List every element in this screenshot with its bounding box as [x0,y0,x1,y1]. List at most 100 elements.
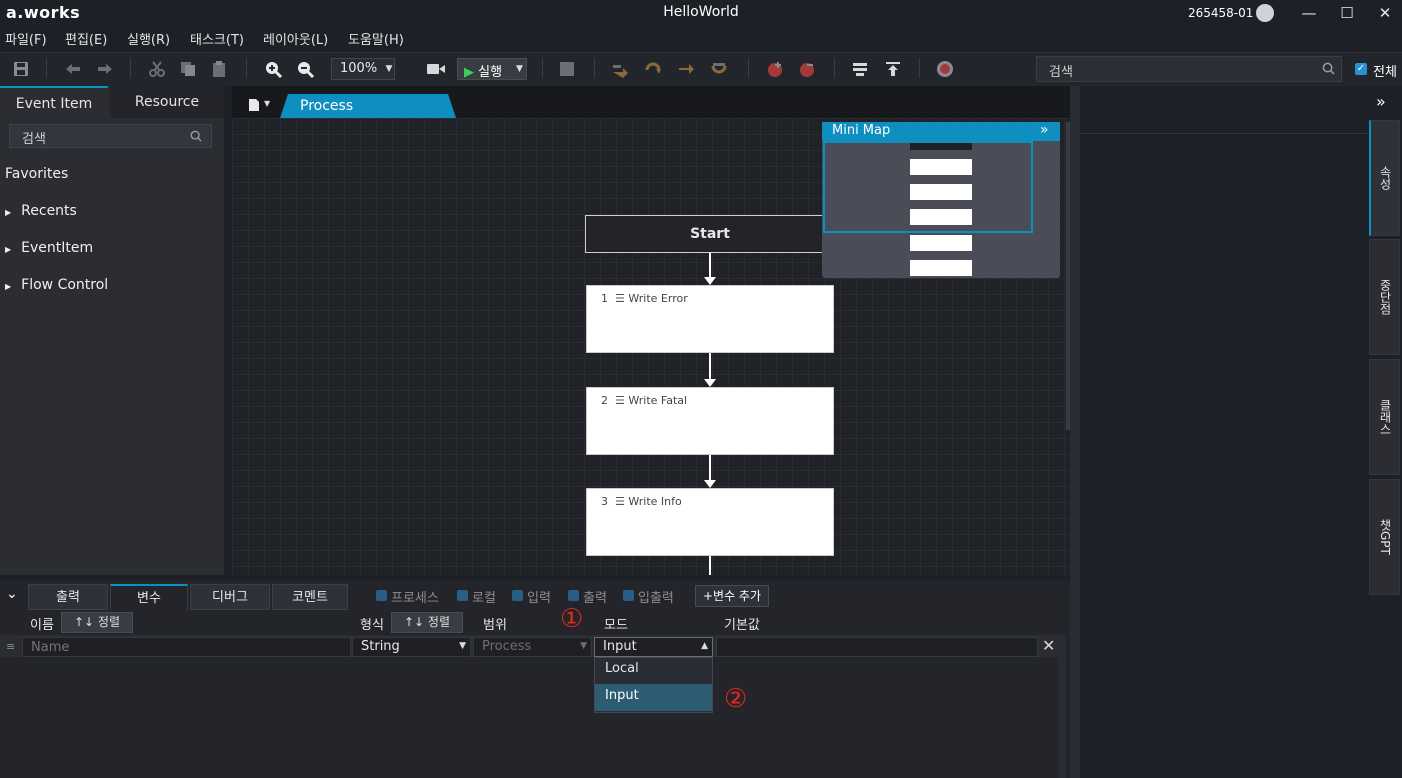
undo-icon[interactable] [64,60,82,78]
tree-item-eventitem[interactable]: ▶ EventItem [5,240,93,256]
tab-variables[interactable]: 변수 [110,584,188,610]
chevron-up-icon: ▲ [701,641,708,651]
tab-comment[interactable]: 코멘트 [272,584,348,610]
stop-icon[interactable] [560,62,574,76]
flow-node[interactable]: 1 ☰ Write Error [586,285,834,353]
tree-item-flow-control[interactable]: ▶ Flow Control [5,277,108,293]
tab-resource[interactable]: Resource [110,86,224,118]
zoom-in-icon[interactable] [264,60,282,78]
mode-option-local[interactable]: Local [595,658,712,683]
collapse-panel-icon[interactable]: ⌄ [6,586,18,602]
menu-layout[interactable]: 레이아웃(L) [263,29,328,48]
variable-name-input[interactable] [22,637,351,657]
tab-chatgpt[interactable]: 챗GPT [1369,479,1400,595]
step-out-icon[interactable] [677,60,695,78]
record-video-icon[interactable] [426,60,446,78]
app-logo: a.works [6,3,81,22]
flow-node[interactable]: 3 ☰ Write Info [586,488,834,556]
mode-select[interactable]: Input ▲ [594,637,713,657]
expand-panel-icon[interactable]: » [1376,92,1386,111]
paste-icon[interactable] [210,60,228,78]
search-icon[interactable] [1322,62,1335,75]
search-icon[interactable] [190,130,202,142]
sort-type-button[interactable]: ↑↓ 정렬 [391,612,463,633]
toolbar-divider [46,58,47,78]
close-icon[interactable]: ✕ [1042,636,1055,655]
drag-handle-icon[interactable]: ≡ [6,640,15,653]
connector-arrow [704,379,716,387]
continue-icon[interactable] [710,60,728,78]
add-breakpoint-icon[interactable] [766,60,784,78]
redo-icon[interactable] [96,60,114,78]
menu-file[interactable]: 파일(F) [5,29,47,48]
node-number: 3 [601,495,608,508]
mode-value: Input [603,639,637,654]
copy-icon[interactable] [179,60,197,78]
close-window-icon[interactable]: ✕ [1374,2,1396,24]
toolbar-divider [246,58,247,78]
sliders-icon: ☰ [615,394,625,407]
mode-option-input[interactable]: Input [595,684,712,711]
column-default: 기본값 [724,618,760,633]
start-node[interactable]: Start [585,215,835,253]
zoom-out-icon[interactable] [296,60,314,78]
menu-run[interactable]: 실행(R) [127,29,170,48]
tab-breakpoints[interactable]: 중단점 [1369,239,1400,355]
remove-breakpoint-icon[interactable] [798,60,816,78]
splitter[interactable] [224,86,232,575]
run-button[interactable]: ▶ 실행 ▼ [457,58,527,80]
filter-checkbox[interactable] [376,590,387,601]
menu-task[interactable]: 태스크(T) [190,29,244,48]
tab-properties[interactable]: 속성 [1369,120,1400,236]
splitter[interactable] [1070,86,1080,778]
mini-map-viewport[interactable] [823,141,1033,233]
tab-process[interactable]: Process [280,94,456,118]
tab-event-item[interactable]: Event Item [0,86,108,118]
cut-icon[interactable] [148,60,166,78]
minimize-icon[interactable]: — [1298,2,1320,24]
save-icon[interactable] [12,60,30,78]
user-id: 265458-01 [1188,6,1254,20]
node-label: Write Error [628,292,688,305]
toolbar-divider [834,58,835,78]
default-value-input[interactable] [716,637,1038,657]
all-checkbox[interactable]: ✓ [1355,63,1367,75]
scope-select[interactable]: Process ▼ [473,637,592,657]
chevron-down-icon[interactable]: ▼ [516,59,523,79]
align-center-icon[interactable] [851,60,869,78]
menu-help[interactable]: 도움말(H) [348,29,404,48]
tree-item-recents[interactable]: ▶ Recents [5,203,77,219]
global-search-input[interactable]: 검색 [1036,56,1342,82]
filter-checkbox[interactable] [568,590,579,601]
record-icon[interactable] [936,60,954,78]
tab-debug[interactable]: 디버그 [190,584,270,610]
bottom-scrollbar[interactable] [1058,635,1066,778]
step-into-icon[interactable] [644,60,662,78]
type-select[interactable]: String ▼ [352,637,471,657]
collapse-icon[interactable]: » [1040,122,1049,138]
node-label: Write Fatal [628,394,688,407]
user-avatar-icon[interactable] [1256,4,1274,22]
chevron-down-icon[interactable]: ▼ [264,99,270,108]
new-document-icon[interactable] [248,98,260,112]
step-over-icon[interactable] [611,60,629,78]
maximize-icon[interactable]: ☐ [1336,2,1358,24]
flow-node[interactable]: 2 ☰ Write Fatal [586,387,834,455]
event-search-input[interactable]: 검색 [9,124,212,148]
menu-edit[interactable]: 편집(E) [65,29,107,48]
sort-name-button[interactable]: ↑↓ 정렬 [61,612,133,633]
filter-checkbox[interactable] [457,590,468,601]
node-number: 2 [601,394,608,407]
column-type: 형식 [360,618,384,633]
filter-checkbox[interactable] [623,590,634,601]
filter-label: 입력 [527,591,551,606]
chevron-down-icon[interactable]: ▼ [383,58,395,80]
filter-checkbox[interactable] [512,590,523,601]
tab-output[interactable]: 출력 [28,584,108,610]
mini-node [910,260,972,276]
add-variable-button[interactable]: +변수 추가 [695,585,769,607]
chevron-down-icon: ▼ [459,641,466,651]
align-top-icon[interactable] [884,60,902,78]
tab-class[interactable]: 클래스 [1369,359,1400,475]
type-value: String [361,639,400,654]
